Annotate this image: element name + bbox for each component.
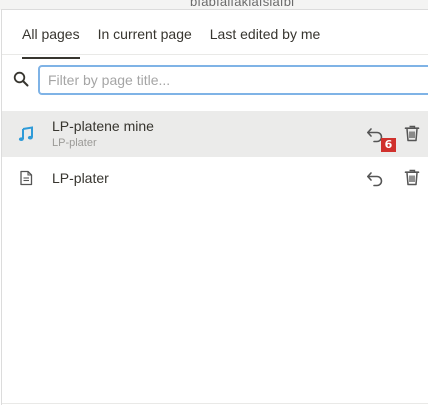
page-subtitle: LP-plater — [52, 137, 97, 149]
page-title: LP-plater — [52, 170, 109, 186]
page-icon — [20, 170, 33, 186]
search-icon — [13, 71, 29, 87]
list-item[interactable]: LP-plater — [2, 161, 428, 195]
trash-icon[interactable] — [403, 124, 421, 142]
step-badge: 6 — [381, 138, 396, 152]
filter-search-input[interactable] — [40, 67, 428, 93]
page-title: LP-platene mine — [52, 118, 154, 134]
window-top-text: bfabfaifakiafsiafbi — [190, 0, 295, 9]
tab-all-pages[interactable]: All pages — [22, 22, 80, 59]
tab-last-edited-by-me[interactable]: Last edited by me — [210, 22, 321, 50]
music-note-icon — [18, 126, 33, 141]
trash-panel: All pages In current page Last edited by… — [1, 9, 428, 405]
page-list: LP-platene mine LP-plater 6 LP-plater — [2, 111, 428, 195]
filter-tabs: All pages In current page Last edited by… — [22, 22, 338, 59]
tab-in-current-page[interactable]: In current page — [98, 22, 192, 50]
list-item[interactable]: LP-platene mine LP-plater 6 — [2, 111, 428, 157]
trash-icon[interactable] — [403, 168, 421, 186]
filter-search-box — [38, 65, 428, 95]
restore-icon[interactable] — [366, 169, 384, 187]
tabs-divider — [2, 54, 428, 55]
